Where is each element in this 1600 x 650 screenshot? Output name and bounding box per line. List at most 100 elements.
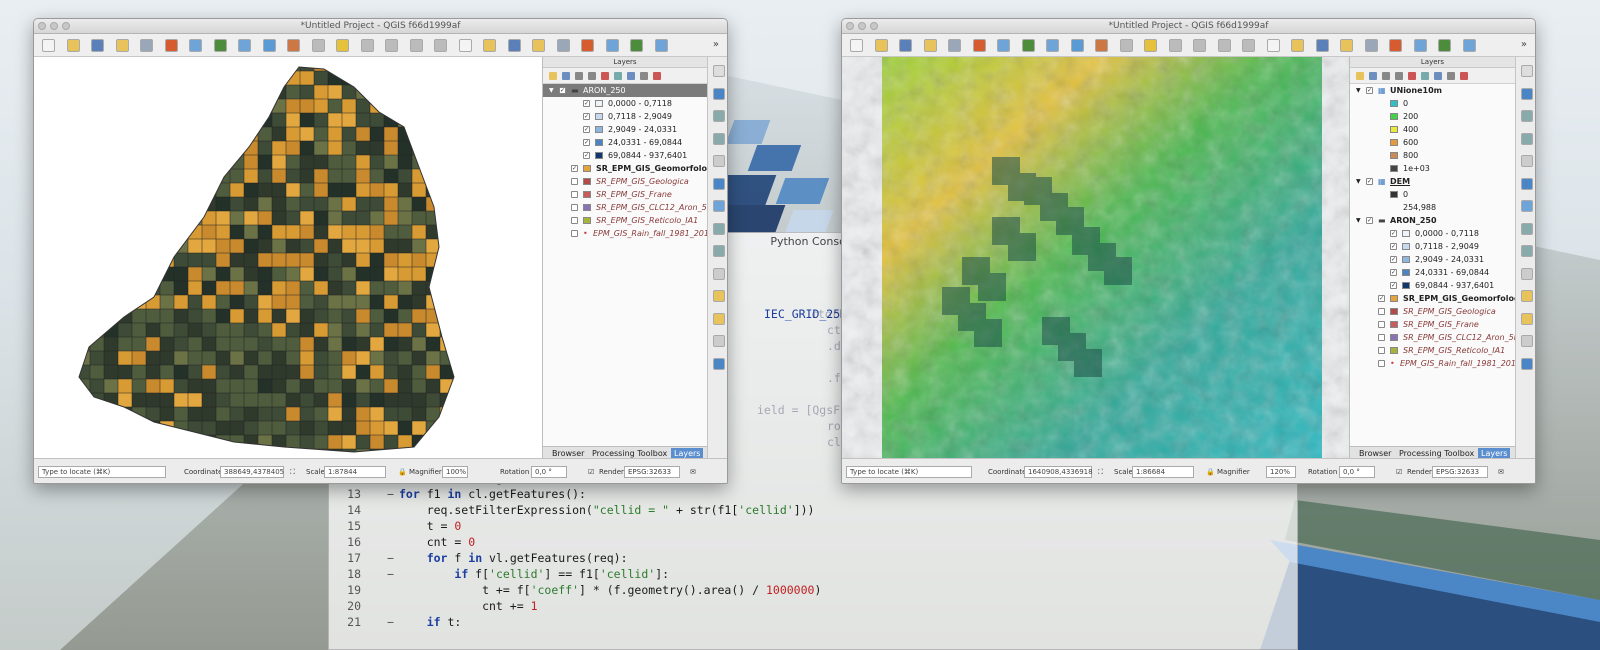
toolbar-tool-icon[interactable] [311,39,325,52]
toolbar-tool-icon[interactable] [1364,39,1378,52]
map-tool-icon[interactable] [1521,155,1533,167]
layer-visibility-checkbox[interactable]: ✓ [583,100,590,107]
toolbar-tool-icon[interactable] [581,39,594,52]
toolbar-tool-icon[interactable] [972,39,986,52]
layer-visibility-checkbox[interactable]: ✓ [583,113,590,120]
layers-tool-icon[interactable] [588,72,596,80]
toolbar-tool-icon[interactable] [605,39,619,52]
messages-icon[interactable]: ✉ [690,468,696,476]
map-tool-icon[interactable] [1521,200,1533,212]
layers-tool-icon[interactable] [1460,72,1468,80]
toolbar-overflow-icon[interactable]: » [713,39,719,50]
toolbar-tool-icon[interactable] [385,39,398,52]
render-checkbox[interactable]: ☑ [588,468,594,476]
toolbar-tool-icon[interactable] [899,39,912,52]
code-line[interactable]: for f in vl.getFeatures(req): [399,551,628,565]
toolbar-tool-icon[interactable] [238,39,251,52]
layer-row[interactable]: ▼ ✓ ▦ DEM [1350,175,1515,188]
map-tool-icon[interactable] [1521,222,1533,235]
toolbar-tool-icon[interactable] [91,39,104,52]
map-tool-icon[interactable] [713,155,725,167]
toolbar-tool-icon[interactable] [1291,39,1304,52]
toolbar-tool-icon[interactable] [1070,39,1084,52]
toolbar-tool-icon[interactable] [1119,39,1133,52]
code-line[interactable]: t += f['coeff'] * (f.geometry().area() /… [399,583,821,597]
layer-row[interactable]: SR_EPM_GIS_Frane [1350,318,1515,331]
lock-icon[interactable]: 🔒 [1206,468,1215,476]
toolbar-tool-icon[interactable] [213,39,227,52]
toolbar-tool-icon[interactable] [923,39,937,52]
layer-row[interactable]: SR_EPM_GIS_CLC12_Aron_5k [543,201,711,214]
scale-field[interactable]: 1:86684 [1132,466,1194,478]
layer-visibility-checkbox[interactable]: ✓ [1366,217,1373,224]
crs-button[interactable]: EPSG:32633 [624,466,680,478]
toolbar-tool-icon[interactable] [66,39,80,52]
layer-row[interactable]: ✓ 24,0331 - 69,0844 [543,136,707,149]
layer-row[interactable]: ✓ 0,7118 - 2,9049 [543,110,707,123]
toolbar-tool-icon[interactable] [1389,39,1402,52]
layer-row[interactable]: SR_EPM_GIS_CLC12_Aron_5k [1350,331,1518,344]
layer-visibility-checkbox[interactable]: ✓ [1390,282,1397,289]
code-line[interactable]: cnt = 0 [399,535,476,549]
crs-button[interactable]: EPSG:32633 [1432,466,1488,478]
layer-visibility-checkbox[interactable]: ✓ [571,165,578,172]
map-tool-icon[interactable] [1521,132,1533,145]
layers-tool-icon[interactable] [640,72,648,80]
toolbar-tool-icon[interactable] [164,39,178,52]
layers-tool-icon[interactable] [1356,72,1364,80]
layers-tool-icon[interactable] [562,72,570,80]
toolbar-tool-icon[interactable] [1462,39,1476,52]
toolbar-tool-icon[interactable] [1144,39,1157,52]
layer-row[interactable]: 200 [1350,110,1515,123]
lock-icon[interactable]: 🔒 [398,468,407,476]
coordinate-toggle-icon[interactable]: ⛶ [290,468,295,477]
layer-row[interactable]: ✓ 0,0000 - 0,7118 [1350,227,1515,240]
layer-row[interactable]: ✓ 24,0331 - 69,0844 [1350,266,1515,279]
map-tool-icon[interactable] [713,357,725,370]
layers-tool-icon[interactable] [614,72,622,80]
map-tool-icon[interactable] [1521,290,1533,302]
layer-row[interactable]: ▼ ✓ ▬ ARON_250 [543,84,707,97]
fold-marker-icon[interactable]: − [387,551,394,565]
toolbar-tool-icon[interactable] [458,39,472,52]
layer-visibility-checkbox[interactable] [571,217,578,224]
layer-row[interactable]: ▼ ✓ ▬ ARON_250 [1350,214,1515,227]
expand-arrow-icon[interactable]: ▼ [1356,214,1361,227]
layer-row[interactable]: • EPM_GIS_Rain_fall_1981_2010 [1350,357,1521,370]
close-icon[interactable] [38,22,46,30]
toolbar-tool-icon[interactable] [556,39,570,52]
toolbar-overflow-icon[interactable]: » [1521,39,1527,50]
magnifier-field[interactable]: 100% [442,466,468,478]
layer-visibility-checkbox[interactable]: ✓ [583,126,590,133]
toolbar-tool-icon[interactable] [287,39,300,52]
layer-visibility-checkbox[interactable]: ✓ [583,139,590,146]
layer-visibility-checkbox[interactable] [571,178,578,185]
layer-row[interactable]: ✓ 2,9049 - 24,0331 [543,123,707,136]
locate-search-input[interactable]: Type to locate (⌘K) [38,466,166,478]
toolbar-tool-icon[interactable] [42,39,55,52]
layers-tool-icon[interactable] [1382,72,1390,80]
layer-row[interactable]: SR_EPM_GIS_Reticolo_IA1 [543,214,707,227]
toolbar-tool-icon[interactable] [997,39,1010,52]
layers-tool-icon[interactable] [627,72,635,80]
map-tool-icon[interactable] [1521,312,1533,325]
toolbar-tool-icon[interactable] [630,39,643,52]
minimize-icon[interactable] [858,22,866,30]
messages-icon[interactable]: ✉ [1498,468,1504,476]
code-line[interactable]: if f['cellid'] == f1['cellid']: [399,567,669,581]
toolbar-tool-icon[interactable] [1217,39,1231,52]
layer-row[interactable]: 600 [1350,136,1515,149]
toolbar-tool-icon[interactable] [654,39,668,52]
toolbar-tool-icon[interactable] [115,39,129,52]
map-tool-icon[interactable] [1521,65,1533,77]
layers-tool-icon[interactable] [1408,72,1416,80]
map-tool-icon[interactable] [1521,177,1533,190]
toolbar-tool-icon[interactable] [1021,39,1035,52]
layer-visibility-checkbox[interactable] [1378,321,1385,328]
toolbar-tool-icon[interactable] [1193,39,1206,52]
coordinate-field[interactable]: 1640908,4336918 [1024,466,1093,478]
layer-row[interactable]: 0 [1350,188,1515,201]
coordinate-toggle-icon[interactable]: ⛶ [1098,468,1103,477]
toolbar-tool-icon[interactable] [140,39,153,52]
close-icon[interactable] [846,22,854,30]
